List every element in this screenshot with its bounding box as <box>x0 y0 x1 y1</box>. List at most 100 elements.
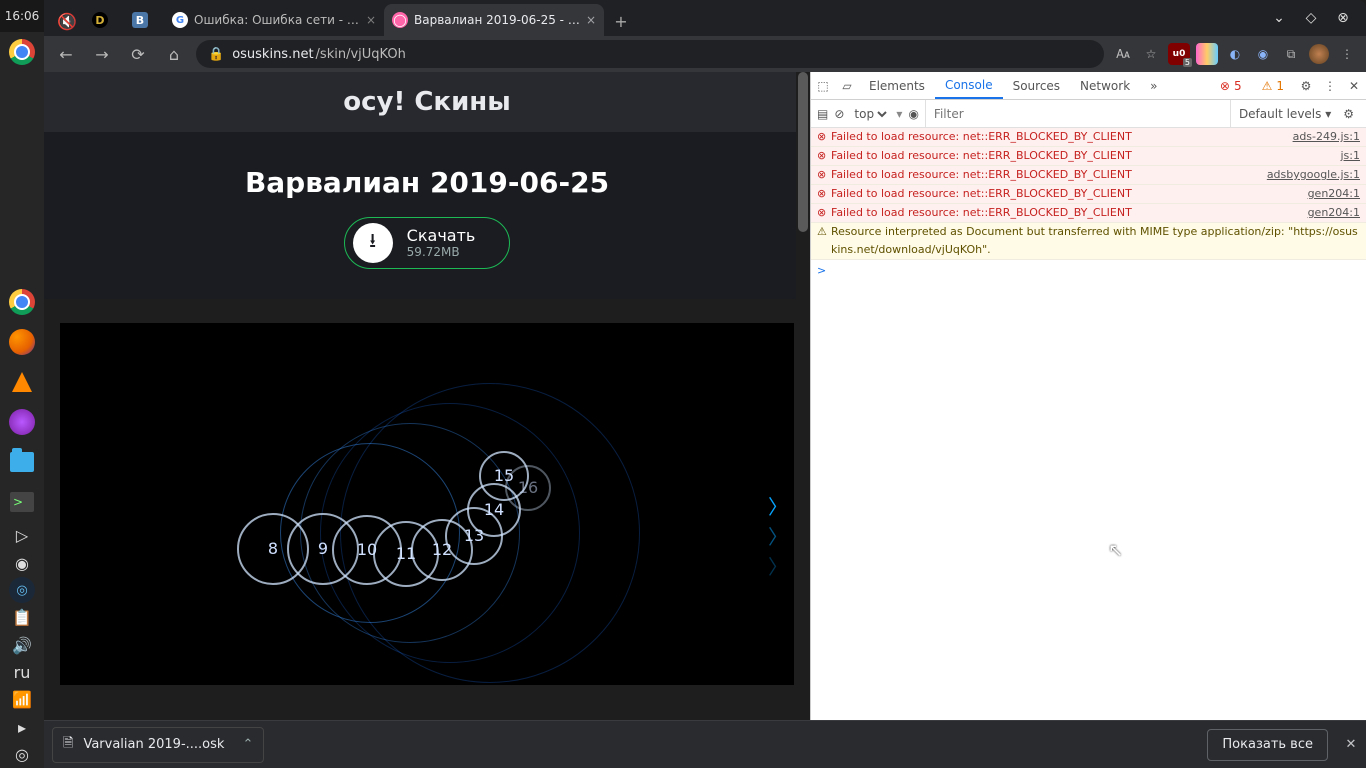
tab-network[interactable]: Network <box>1070 72 1140 99</box>
device-toolbar-icon[interactable]: ▱ <box>835 72 859 99</box>
skin-block: Варвалиан 2019-06-25 ⭳ Скачать 59.72MB <box>44 132 810 299</box>
download-filename: Varvalian 2019-....osk <box>83 737 224 752</box>
log-row: ⊗Failed to load resource: net::ERR_BLOCK… <box>811 166 1366 185</box>
address-bar[interactable]: 🔒 osuskins.net /skin/vjUqKOh <box>196 40 1104 68</box>
warning-count[interactable]: ⚠ 1 <box>1252 72 1294 99</box>
chrome-menu-icon[interactable]: ⋮ <box>1336 43 1358 65</box>
console-filter-input[interactable] <box>925 100 1224 127</box>
chrome-window: 🔇 D B G Ошибка: Ошибка сети - Goo × ◯ Ва… <box>44 0 1366 720</box>
dock-expand-icon[interactable]: ▸ <box>0 713 44 740</box>
reload-button[interactable]: ⟳ <box>124 40 152 68</box>
profile-avatar[interactable] <box>1308 43 1330 65</box>
chrome-icon[interactable] <box>0 282 44 322</box>
download-item[interactable]: 🗎 Varvalian 2019-....osk ⌃ <box>52 727 264 763</box>
devtools: ⬚ ▱ Elements Console Sources Network » ⊗… <box>810 72 1366 720</box>
download-shelf: 🗎 Varvalian 2019-....osk ⌃ Показать все … <box>44 720 1366 768</box>
bookmark-star-icon[interactable]: ☆ <box>1140 43 1162 65</box>
devtools-tabbar: ⬚ ▱ Elements Console Sources Network » ⊗… <box>811 72 1366 100</box>
flame-icon[interactable] <box>0 402 44 442</box>
log-row: ⚠Resource interpreted as Document but tr… <box>811 223 1366 260</box>
ublock-icon[interactable]: u0 5 <box>1168 43 1190 65</box>
devtools-menu-icon[interactable]: ⋮ <box>1318 72 1342 99</box>
new-tab-button[interactable]: + <box>604 6 638 36</box>
tab-d[interactable]: D <box>84 4 124 36</box>
live-expression-icon[interactable]: ◉ <box>908 107 918 121</box>
tabs-more[interactable]: » <box>1140 72 1167 99</box>
log-row: ⊗Failed to load resource: net::ERR_BLOCK… <box>811 204 1366 223</box>
wifi-icon[interactable]: 📶 <box>0 686 44 713</box>
carousel-next-icon[interactable]: 〉 <box>768 551 788 580</box>
forward-button[interactable]: → <box>88 40 116 68</box>
download-icon: ⭳ <box>353 223 393 263</box>
gnome-dock: > ▷ ◉ ◎ 📋 🔊 ru 📶 ▸ ◎ <box>0 32 44 768</box>
steam-icon[interactable]: ◎ <box>0 577 44 604</box>
tab-strip: 🔇 D B G Ошибка: Ошибка сети - Goo × ◯ Ва… <box>44 0 1366 36</box>
window-maximize-icon[interactable]: ◇ <box>1302 9 1320 27</box>
tab-close-icon[interactable]: × <box>366 13 376 27</box>
clear-console-icon[interactable]: ⊘ <box>834 107 844 121</box>
log-row: ⊗Failed to load resource: net::ERR_BLOCK… <box>811 185 1366 204</box>
tab-google-error[interactable]: G Ошибка: Ошибка сети - Goo × <box>164 4 384 36</box>
tab-title: Ошибка: Ошибка сети - Goo <box>194 13 360 27</box>
address-host: osuskins.net <box>232 47 313 62</box>
play-icon[interactable]: ▷ <box>0 522 44 549</box>
show-all-downloads-button[interactable]: Показать все <box>1207 729 1328 761</box>
extension-circle2-icon[interactable]: ◉ <box>1252 43 1274 65</box>
tab-osuskins[interactable]: ◯ Варвалиан 2019-06-25 - осу! × <box>384 4 604 36</box>
tab-sources[interactable]: Sources <box>1003 72 1070 99</box>
console-prompt[interactable]: > <box>811 260 1366 282</box>
vlc-icon[interactable] <box>0 362 44 402</box>
volume-icon[interactable]: 🔊 <box>0 631 44 658</box>
download-shelf-close-icon[interactable]: ✕ <box>1336 737 1366 752</box>
tab-console[interactable]: Console <box>935 72 1003 99</box>
address-path: /skin/vjUqKOh <box>316 47 406 62</box>
settings-swirl-icon[interactable]: ◎ <box>0 741 44 768</box>
home-button[interactable]: ⌂ <box>160 40 188 68</box>
clipboard-icon[interactable]: 📋 <box>0 604 44 631</box>
carousel-next-icon[interactable]: 〉 <box>768 491 788 520</box>
log-levels[interactable]: Default levels ▾ <box>1230 100 1331 127</box>
download-button[interactable]: ⭳ Скачать 59.72MB <box>344 217 511 269</box>
rhythmbox-icon[interactable]: ◉ <box>0 549 44 576</box>
tab-vk[interactable]: B <box>124 4 164 36</box>
extension-rainbow-icon[interactable] <box>1196 43 1218 65</box>
console-input[interactable] <box>831 262 1360 280</box>
download-label: Скачать <box>407 226 476 245</box>
log-row: ⊗Failed to load resource: net::ERR_BLOCK… <box>811 128 1366 147</box>
ublock-badge: 5 <box>1183 58 1192 67</box>
files-icon[interactable] <box>0 442 44 482</box>
terminal-icon[interactable]: > <box>0 482 44 522</box>
context-selector[interactable]: top <box>850 106 890 122</box>
window-close-icon[interactable]: ⊗ <box>1334 9 1352 27</box>
console-log: ⊗Failed to load resource: net::ERR_BLOCK… <box>811 128 1366 282</box>
console-filter-bar: ▤ ⊘ top ▾ ◉ Default levels ▾ ⚙ <box>811 100 1366 128</box>
window-minimize-icon[interactable]: ⌄ <box>1270 9 1288 27</box>
devtools-settings-icon[interactable]: ⚙ <box>1294 72 1318 99</box>
page-scrollbar[interactable] <box>796 72 810 720</box>
error-count[interactable]: ⊗ 5 <box>1210 72 1252 99</box>
speaker-muted-icon[interactable]: 🔇 <box>50 6 84 36</box>
site-title: осу! Скины <box>343 87 511 117</box>
browser-content: осу! Скины Варвалиан 2019-06-25 ⭳ Скачат… <box>44 72 1366 720</box>
chrome-launcher[interactable] <box>0 32 44 72</box>
download-item-menu-icon[interactable]: ⌃ <box>242 737 253 752</box>
site-header: осу! Скины <box>44 72 810 132</box>
download-size: 59.72MB <box>407 245 476 259</box>
back-button[interactable]: ← <box>52 40 80 68</box>
carousel-next-icon[interactable]: 〉 <box>768 521 788 550</box>
console-settings-icon[interactable]: ⚙ <box>1337 107 1360 121</box>
reading-list-icon[interactable]: ⧉ <box>1280 43 1302 65</box>
tab-close-icon[interactable]: × <box>586 13 596 27</box>
translate-icon[interactable]: 🗛 <box>1112 43 1134 65</box>
lang-indicator[interactable]: ru <box>0 659 44 686</box>
extension-circle-icon[interactable]: ◐ <box>1224 43 1246 65</box>
tab-title: Варвалиан 2019-06-25 - осу! <box>414 13 580 27</box>
firefox-icon[interactable] <box>0 322 44 362</box>
tab-elements[interactable]: Elements <box>859 72 935 99</box>
devtools-close-icon[interactable]: ✕ <box>1342 72 1366 99</box>
skin-preview: 8 9 10 11 12 13 14 15 16 〉 〉 〉 <box>60 323 794 685</box>
console-sidebar-icon[interactable]: ▤ <box>817 107 828 121</box>
skin-title: Варвалиан 2019-06-25 <box>245 166 609 199</box>
inspect-element-icon[interactable]: ⬚ <box>811 72 835 99</box>
mouse-cursor: ↖ <box>1108 540 1123 561</box>
